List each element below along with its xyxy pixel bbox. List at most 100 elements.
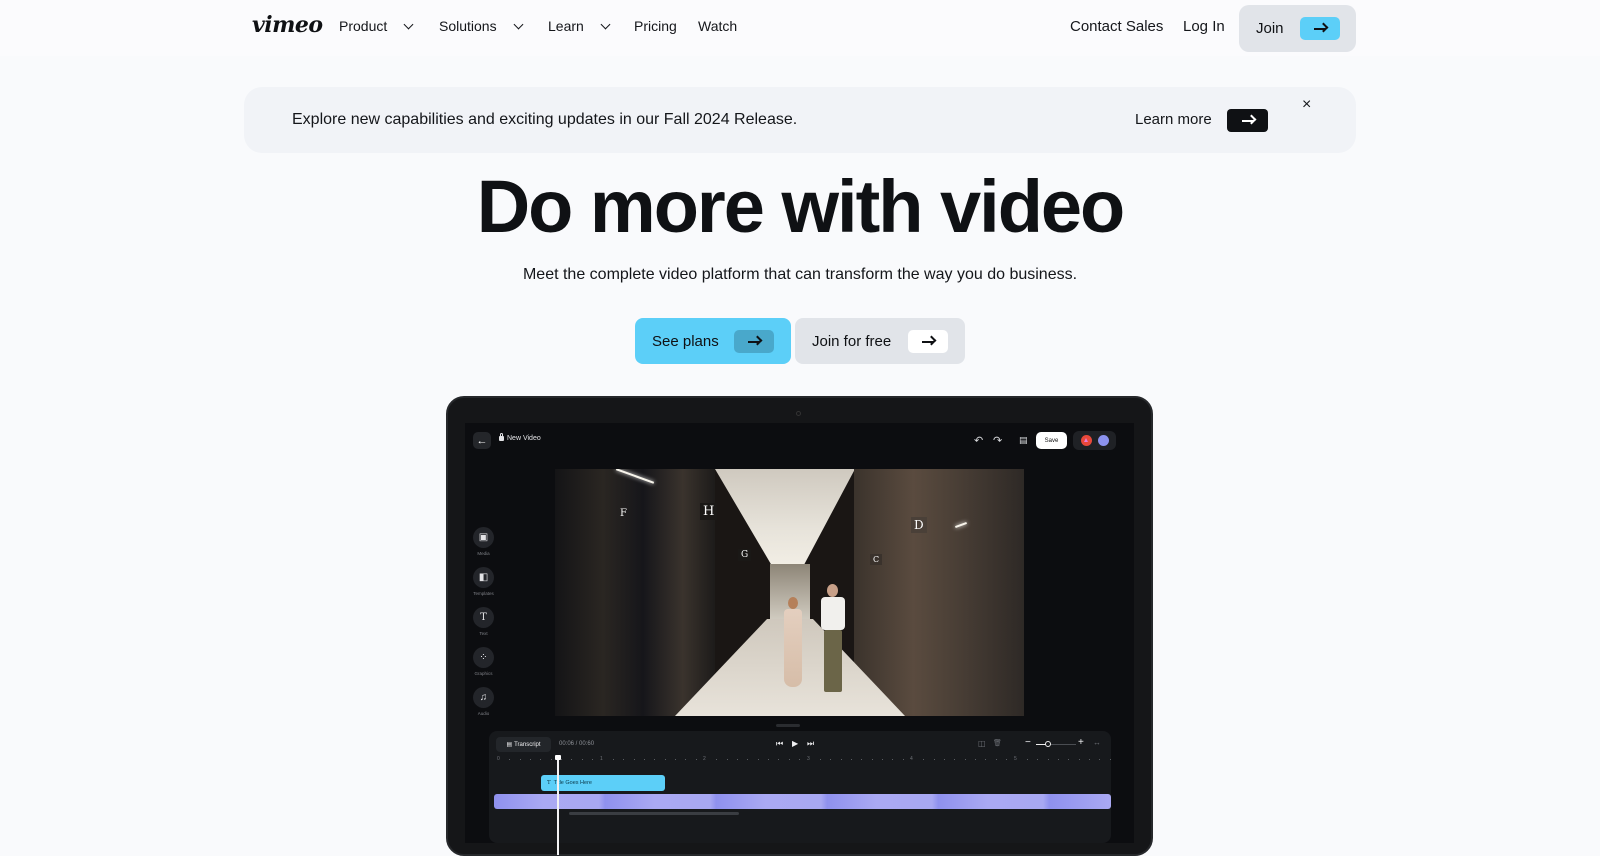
ruler-dot xyxy=(643,759,645,760)
person-man xyxy=(818,584,848,704)
play-icon[interactable]: ▶ xyxy=(792,739,798,748)
graphics-icon: ⁘ xyxy=(473,647,494,668)
video-track[interactable] xyxy=(494,794,1111,809)
person-woman xyxy=(780,597,806,702)
zoom-slider[interactable] xyxy=(1036,741,1076,747)
ruler-dot xyxy=(840,759,842,760)
ruler-dot xyxy=(1109,759,1111,760)
ruler-tick: 4 xyxy=(910,756,913,762)
templates-icon: ◧ xyxy=(473,567,494,588)
timecode: 00:06 / 00:60 xyxy=(559,741,595,747)
tool-audio[interactable]: ♫ Audio xyxy=(473,687,494,716)
timeline-panel: ▤ Transcript 00:06 / 00:60 ⏮ ▶ ⏭ ◫ 🗑 − +… xyxy=(489,731,1111,855)
project-title[interactable]: New Video xyxy=(499,433,541,442)
text-icon: T xyxy=(547,780,551,786)
ruler-dot xyxy=(1099,759,1101,760)
tool-text[interactable]: T Text xyxy=(473,607,494,636)
door-sign: C xyxy=(870,554,883,565)
ruler-dot xyxy=(530,759,532,760)
nav-item-learn[interactable]: Learn xyxy=(548,18,611,34)
ruler-dot xyxy=(1088,759,1090,760)
delete-icon[interactable]: 🗑 xyxy=(993,739,1002,747)
nav-item-pricing[interactable]: Pricing xyxy=(634,18,677,34)
timeline-ruler[interactable]: 0 1 2 3 4 5 xyxy=(497,756,1111,766)
save-button[interactable]: Save xyxy=(1036,432,1067,449)
ruler-dot xyxy=(716,759,718,760)
undo-icon[interactable]: ↶ xyxy=(974,434,983,447)
text-icon: T xyxy=(473,607,494,628)
nav-item-solutions[interactable]: Solutions xyxy=(439,18,524,34)
tool-label: Media xyxy=(477,551,490,556)
arrow-left-icon: ← xyxy=(476,434,488,447)
comments-icon[interactable]: ▤ xyxy=(1019,435,1028,446)
avatar[interactable] xyxy=(1081,435,1092,446)
learn-more-arrow-button[interactable] xyxy=(1227,109,1268,132)
corridor-wall-left xyxy=(555,469,715,716)
back-button[interactable]: ← xyxy=(473,432,491,449)
learn-more-link[interactable]: Learn more xyxy=(1135,111,1212,128)
panel-resize-handle[interactable] xyxy=(776,724,800,727)
ruler-tick: 1 xyxy=(600,756,603,762)
vimeo-logo[interactable]: vimeo xyxy=(252,12,323,38)
split-icon[interactable]: ◫ xyxy=(978,739,986,748)
contact-sales-link[interactable]: Contact Sales xyxy=(1070,18,1163,35)
ruler-dot xyxy=(944,759,946,760)
skip-forward-icon[interactable]: ⏭ xyxy=(807,739,814,749)
nav-item-product[interactable]: Product xyxy=(339,18,414,34)
see-plans-button[interactable]: See plans xyxy=(635,318,791,364)
zoom-out-icon[interactable]: − xyxy=(1025,737,1031,748)
ruler-dot xyxy=(1068,759,1070,760)
ruler-dot xyxy=(633,759,635,760)
nav-item-watch[interactable]: Watch xyxy=(698,18,737,34)
ruler-dot xyxy=(654,759,656,760)
ruler-dot xyxy=(1006,759,1008,760)
corridor-wall-right xyxy=(854,469,1024,716)
log-in-link[interactable]: Log In xyxy=(1183,18,1225,35)
join-button[interactable]: Join xyxy=(1239,5,1356,52)
ruler-dot xyxy=(737,759,739,760)
video-preview[interactable]: H D G C F xyxy=(555,469,1024,716)
project-title-text: New Video xyxy=(507,435,541,442)
see-plans-label: See plans xyxy=(652,332,719,350)
ruler-tick: 0 xyxy=(497,756,500,762)
zoom-in-icon[interactable]: + xyxy=(1078,737,1084,748)
ruler-dot xyxy=(933,759,935,760)
lock-icon xyxy=(499,433,504,441)
ruler-dot xyxy=(726,759,728,760)
ruler-dot xyxy=(881,759,883,760)
timeline-scrollbar[interactable] xyxy=(569,812,739,815)
join-for-free-label: Join for free xyxy=(812,332,892,350)
transcript-button[interactable]: ▤ Transcript xyxy=(496,737,551,752)
close-icon[interactable]: × xyxy=(1302,96,1311,114)
nav-item-label: Learn xyxy=(548,18,584,34)
title-clip-label: Title Goes Here xyxy=(553,780,592,786)
ruler-dot xyxy=(540,759,542,760)
media-icon: ▣ xyxy=(473,527,494,548)
redo-icon[interactable]: ↷ xyxy=(993,434,1002,447)
ruler-dot xyxy=(623,759,625,760)
hero-subtitle: Meet the complete video platform that ca… xyxy=(522,266,1078,283)
door-sign: F xyxy=(620,508,627,519)
playhead[interactable] xyxy=(555,755,561,855)
zoom-slider-knob[interactable] xyxy=(1045,741,1051,747)
ruler-dot xyxy=(571,759,573,760)
tool-media[interactable]: ▣ Media xyxy=(473,527,494,556)
fit-width-icon[interactable]: ↔ xyxy=(1093,738,1101,747)
ruler-dot xyxy=(685,759,687,760)
ruler-dot xyxy=(778,759,780,760)
join-for-free-button[interactable]: Join for free xyxy=(795,318,965,364)
arrow-right-icon xyxy=(1241,119,1254,122)
title-clip[interactable]: T Title Goes Here xyxy=(541,775,665,791)
release-banner: Explore new capabilities and exciting up… xyxy=(244,87,1356,153)
collaborators xyxy=(1073,431,1116,450)
ruler-dot xyxy=(1026,759,1028,760)
laptop-mockup: ← New Video ↶ ↷ ▤ Save ▣ Media ◧ Templat… xyxy=(446,396,1153,856)
tool-templates[interactable]: ◧ Templates xyxy=(473,567,494,596)
ruler-dot xyxy=(581,759,583,760)
ruler-dot xyxy=(757,759,759,760)
ruler-dot xyxy=(964,759,966,760)
skip-back-icon[interactable]: ⏮ xyxy=(776,739,783,749)
tool-graphics[interactable]: ⁘ Graphics xyxy=(473,647,494,676)
avatar[interactable] xyxy=(1098,435,1109,446)
ruler-dot xyxy=(830,759,832,760)
